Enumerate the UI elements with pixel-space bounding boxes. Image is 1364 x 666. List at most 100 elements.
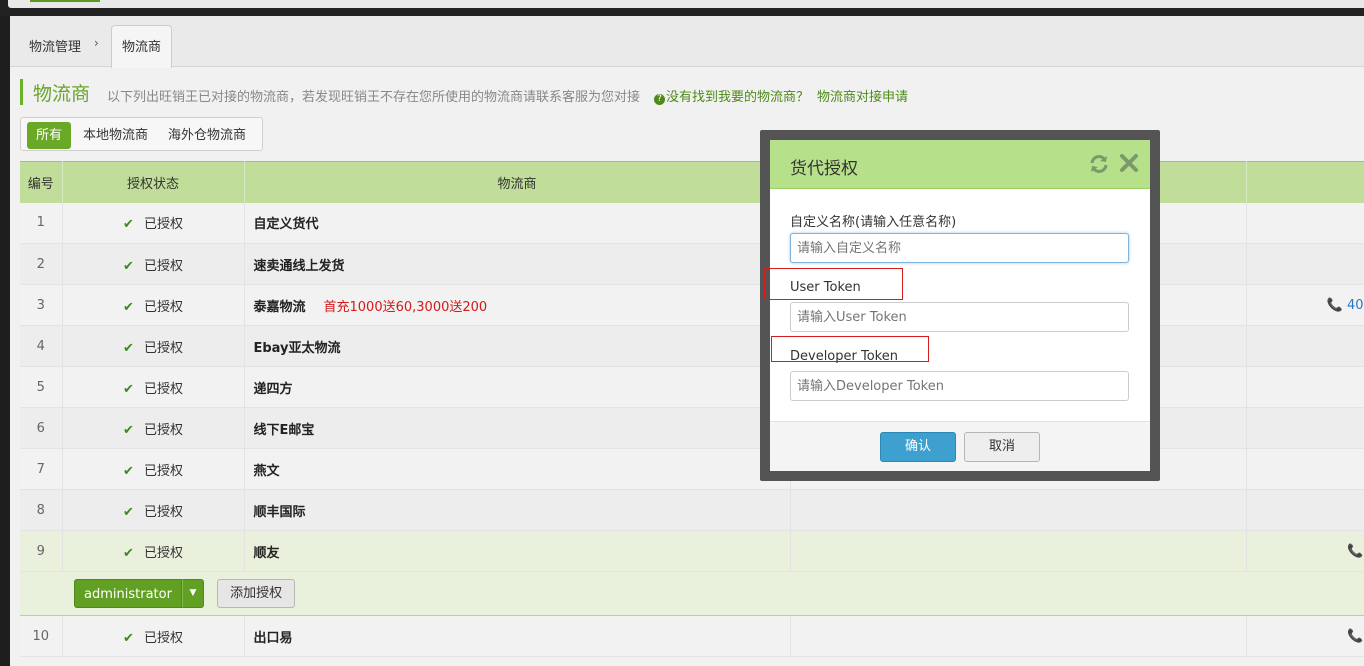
add-authorization-button[interactable]: 添加授权: [217, 579, 296, 608]
row-number: 6: [20, 407, 63, 449]
row-status: ✔ 已授权: [62, 530, 245, 572]
row-status: ✔ 已授权: [62, 489, 245, 531]
row-number: 1: [20, 202, 63, 244]
account-split-button: administrator ▼: [74, 579, 204, 608]
row-status: ✔ 已授权: [62, 366, 245, 408]
row-phone[interactable]: 📞: [1246, 530, 1364, 572]
promo-text: 首充1000送60,3000送200: [323, 299, 488, 315]
cancel-button[interactable]: 取消: [964, 432, 1040, 462]
user-token-label: User Token: [790, 280, 861, 295]
row-provider-name: 出口易: [244, 615, 791, 657]
authorization-dialog-frame: 货代授权 自定义名称(请输入任意名称) User Token Developer…: [760, 130, 1160, 481]
table-header-row: 编号 授权状态 物流商: [20, 161, 1364, 203]
user-token-input[interactable]: [790, 302, 1129, 332]
page-description: 以下列出旺销王已对接的物流商，若发现旺销王不存在您所使用的物流商请联系客服为您对…: [107, 90, 641, 105]
row-extra: [790, 615, 1247, 657]
close-icon[interactable]: [1118, 152, 1140, 174]
status-text: 已授权: [143, 381, 183, 397]
row-number: 10: [20, 615, 63, 657]
filter-local[interactable]: 本地物流商: [75, 123, 156, 149]
breadcrumb: 物流管理 › 物流商: [10, 16, 1364, 68]
row-status: ✔ 已授权: [62, 407, 245, 449]
breadcrumb-root[interactable]: 物流管理: [29, 36, 81, 55]
row-phone[interactable]: 📞: [1246, 615, 1364, 657]
top-bar-accent: [30, 0, 100, 2]
provider-apply-link[interactable]: 物流商对接申请: [817, 86, 908, 105]
col-header-provider: 物流商: [244, 161, 791, 203]
row-phone[interactable]: [1246, 202, 1364, 244]
missing-provider-text: 没有找到我要的物流商？: [666, 90, 810, 105]
missing-provider-link[interactable]: ? 没有找到我要的物流商？: [654, 86, 809, 105]
row-phone[interactable]: [1246, 243, 1364, 285]
row-phone[interactable]: [1246, 448, 1364, 490]
row-provider-name: Ebay亚太物流: [244, 325, 791, 367]
filter-all[interactable]: 所有: [27, 122, 72, 149]
table-row[interactable]: 4 ✔ 已授权 Ebay亚太物流: [20, 325, 1364, 367]
page-title: 物流商: [33, 83, 91, 105]
authorization-dialog: 货代授权 自定义名称(请输入任意名称) User Token Developer…: [764, 140, 1150, 471]
row-provider-name: 泰嘉物流 首充1000送60,3000送200: [244, 284, 791, 326]
row-status: ✔ 已授权: [62, 284, 245, 326]
row-provider-name: 线下E邮宝: [244, 407, 791, 449]
check-icon: ✔: [123, 258, 134, 274]
col-header-status: 授权状态: [62, 161, 245, 203]
table-row[interactable]: 10 ✔ 已授权 出口易 📞: [20, 615, 1364, 657]
check-icon: ✔: [123, 504, 134, 520]
custom-name-label: 自定义名称(请输入任意名称): [790, 215, 957, 230]
dialog-header: 货代授权: [770, 140, 1150, 189]
col-header-number: 编号: [20, 161, 63, 203]
question-icon: ?: [654, 94, 665, 105]
row-provider-name: 自定义货代: [244, 202, 791, 244]
caret-down-icon[interactable]: ▼: [182, 579, 204, 608]
row-provider-name: 递四方: [244, 366, 791, 408]
row-status: ✔ 已授权: [62, 202, 245, 244]
table-row[interactable]: 2 ✔ 已授权 速卖通线上发货: [20, 243, 1364, 285]
check-icon: ✔: [123, 299, 134, 315]
tab-logistics-providers[interactable]: 物流商: [111, 25, 172, 68]
table-row[interactable]: 5 ✔ 已授权 递四方: [20, 366, 1364, 408]
row-status: ✔ 已授权: [62, 325, 245, 367]
dialog-footer: 确认 取消: [770, 421, 1150, 471]
filter-overseas[interactable]: 海外仓物流商: [160, 123, 254, 149]
provider-table: 编号 授权状态 物流商 1 ✔ 已授权 自定义货代 2 ✔ 已授权 速卖通线上发货: [20, 161, 1364, 657]
row-phone[interactable]: [1246, 407, 1364, 449]
status-text: 已授权: [143, 630, 183, 646]
check-icon: ✔: [123, 340, 134, 356]
row-provider-name: 燕文: [244, 448, 791, 490]
dialog-body: 自定义名称(请输入任意名称) User Token Developer Toke…: [764, 190, 1150, 421]
confirm-button[interactable]: 确认: [880, 432, 956, 462]
table-row[interactable]: 9 ✔ 已授权 顺友 📞: [20, 530, 1364, 572]
custom-name-input[interactable]: [790, 233, 1129, 263]
row-extra: [790, 530, 1247, 572]
provider-name-text: 泰嘉物流: [253, 299, 306, 315]
row-number: 3: [20, 284, 63, 326]
row-phone[interactable]: 📞 40: [1246, 284, 1364, 326]
check-icon: ✔: [123, 630, 134, 646]
table-row[interactable]: 6 ✔ 已授权 线下E邮宝: [20, 407, 1364, 449]
table-row[interactable]: 1 ✔ 已授权 自定义货代: [20, 202, 1364, 244]
table-row[interactable]: 7 ✔ 已授权 燕文: [20, 448, 1364, 490]
developer-token-input[interactable]: [790, 371, 1129, 401]
row-phone[interactable]: [1246, 366, 1364, 408]
row-status: ✔ 已授权: [62, 615, 245, 657]
chevron-right-icon: ›: [94, 36, 99, 50]
main-page: 物流管理 › 物流商 物流商 以下列出旺销王已对接的物流商，若发现旺销王不存在您…: [10, 16, 1364, 666]
row-phone[interactable]: [1246, 325, 1364, 367]
refresh-icon[interactable]: [1088, 153, 1110, 175]
row-number: 5: [20, 366, 63, 408]
top-bar-inner: [8, 0, 1364, 8]
account-button[interactable]: administrator: [74, 579, 182, 608]
row-number: 2: [20, 243, 63, 285]
status-text: 已授权: [143, 299, 183, 315]
row-number: 9: [20, 530, 63, 572]
row-status: ✔ 已授权: [62, 243, 245, 285]
status-text: 已授权: [143, 340, 183, 356]
row-provider-name: 顺丰国际: [244, 489, 791, 531]
status-text: 已授权: [143, 217, 183, 233]
row-phone[interactable]: [1246, 489, 1364, 531]
table-row[interactable]: 3 ✔ 已授权 泰嘉物流 首充1000送60,3000送200 📞 40: [20, 284, 1364, 326]
authorization-subrow: administrator ▼ 添加授权: [20, 571, 1364, 616]
title-accent-bar: [20, 79, 23, 105]
table-row[interactable]: 8 ✔ 已授权 顺丰国际: [20, 489, 1364, 531]
col-header-contact: [1246, 161, 1364, 203]
